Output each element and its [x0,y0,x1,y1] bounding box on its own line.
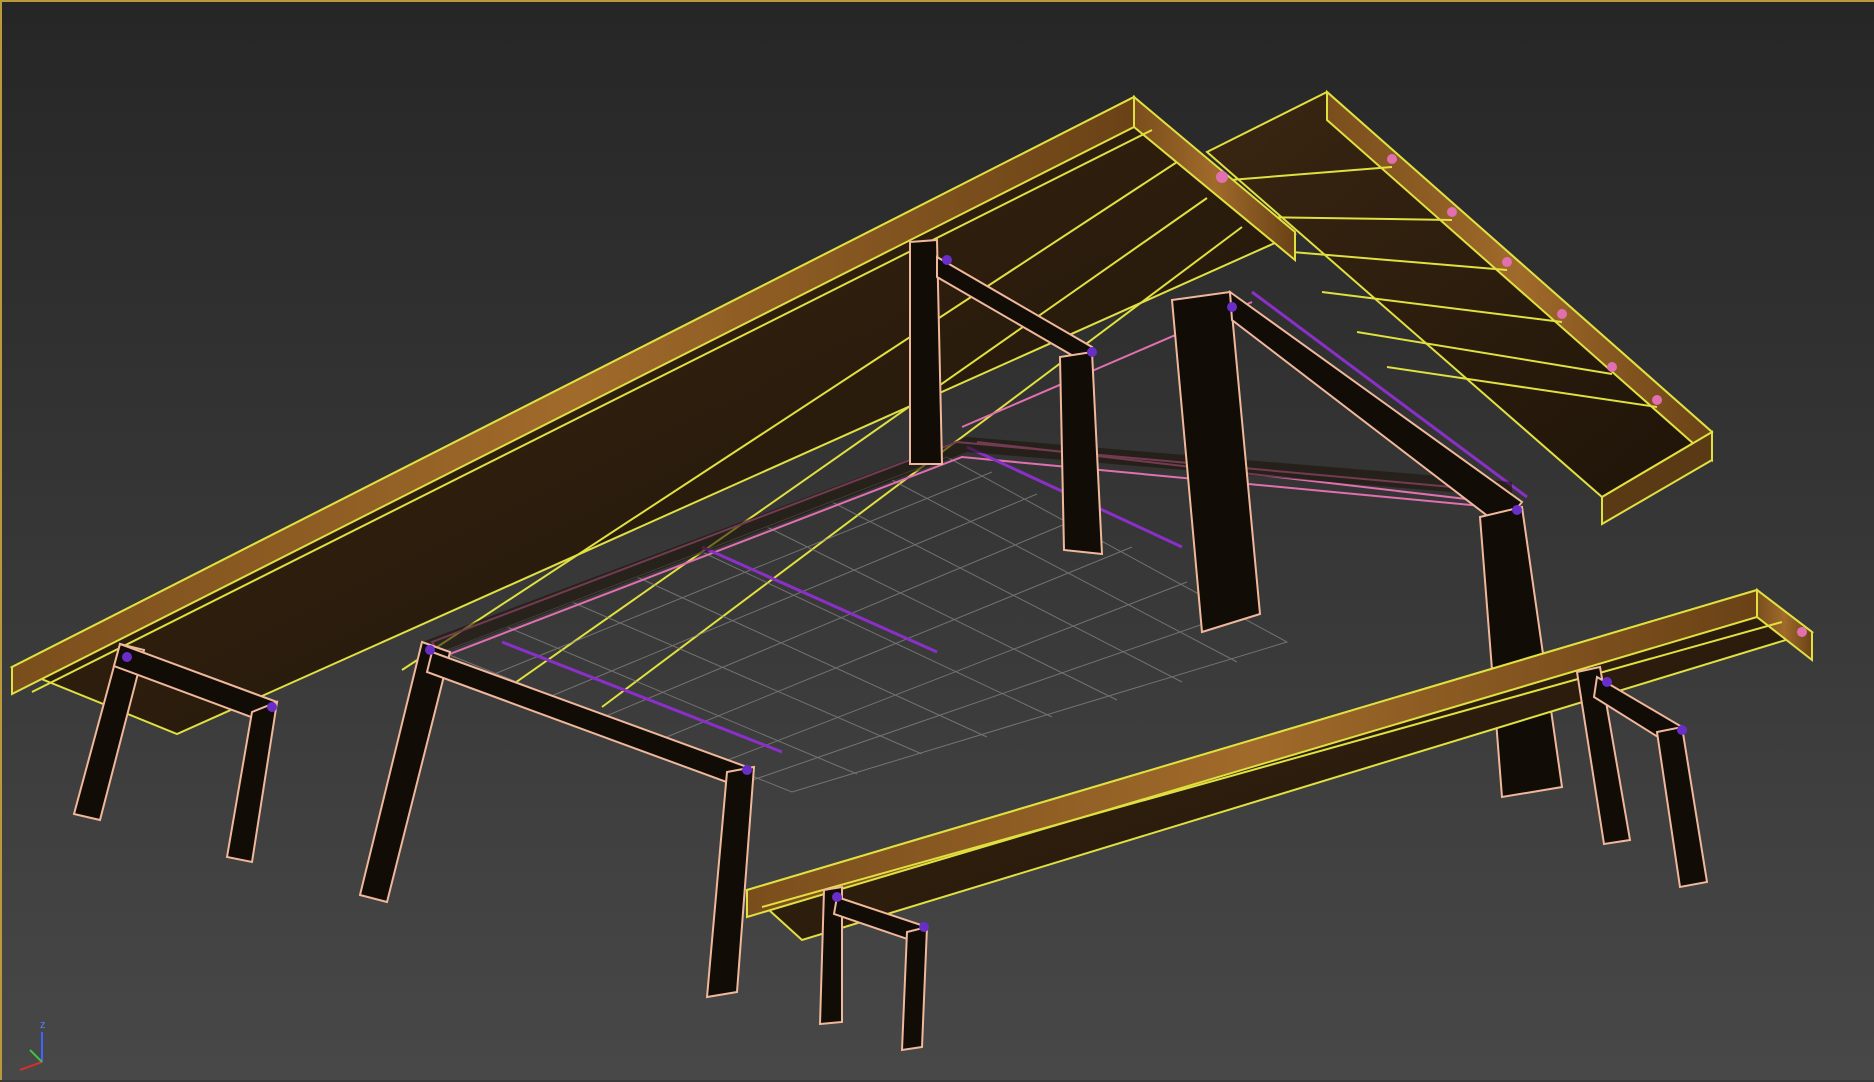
table-top[interactable] [9,94,1297,736]
bench-front[interactable] [745,587,1815,1052]
3d-viewport[interactable]: z [0,0,1874,1080]
axis-z-label: z [40,1019,46,1031]
axis-gizmo-icon: z [19,1019,46,1071]
scene-canvas[interactable]: z [2,2,1874,1082]
